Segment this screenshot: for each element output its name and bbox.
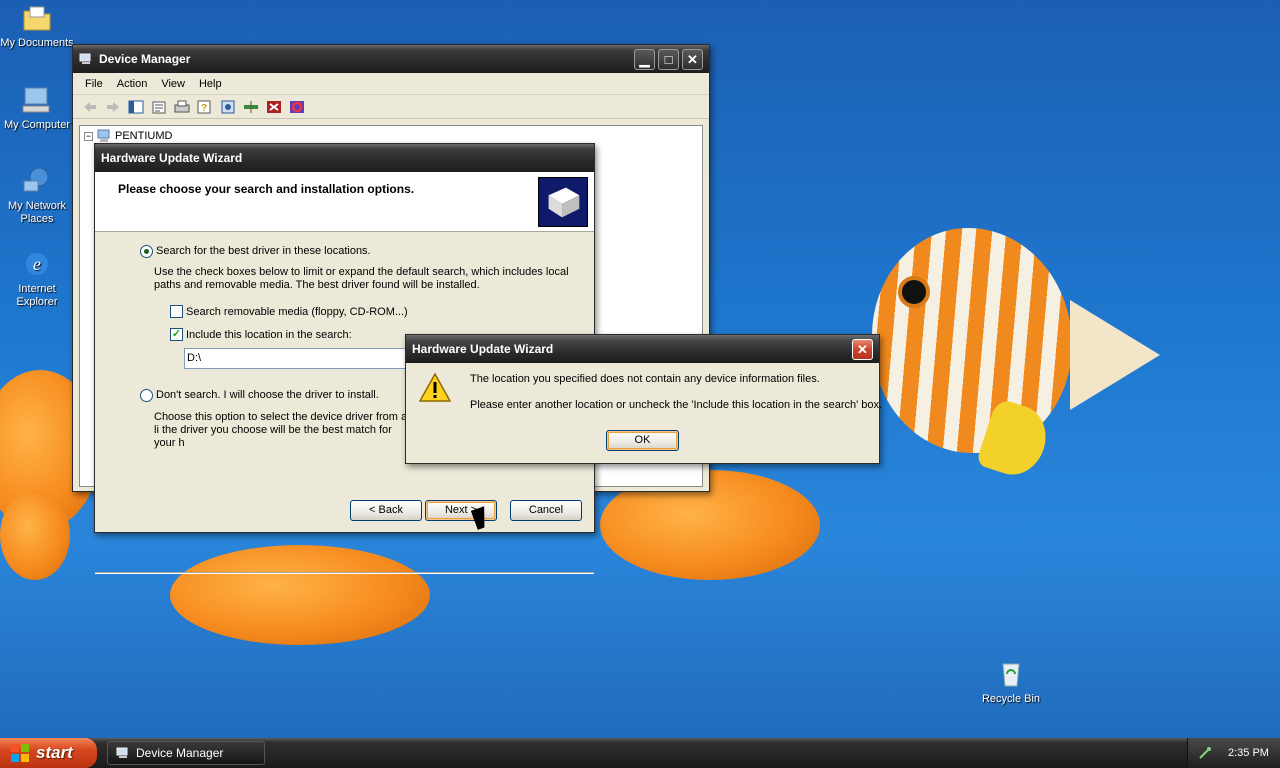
network-icon bbox=[23, 167, 49, 192]
tree-root-node[interactable]: − PENTIUMD bbox=[84, 129, 172, 143]
error-dialog[interactable]: Hardware Update Wizard ✕ The location yo… bbox=[405, 334, 883, 464]
device-manager-icon bbox=[116, 747, 128, 758]
desktop-icon-my-documents[interactable]: My Documents bbox=[0, 2, 74, 50]
recycle-bin-icon bbox=[1002, 663, 1020, 687]
wizard-titlebar[interactable]: Hardware Update Wizard bbox=[95, 144, 594, 172]
disable-icon[interactable] bbox=[288, 99, 306, 115]
device-manager-icon bbox=[79, 53, 91, 64]
search-option-label[interactable]: Search for the best driver in these loca… bbox=[156, 245, 371, 257]
taskbar-item-label: Device Manager bbox=[136, 746, 224, 760]
wizard-title: Hardware Update Wizard bbox=[101, 151, 243, 165]
menu-view[interactable]: View bbox=[161, 78, 185, 90]
wizard-separator bbox=[95, 572, 594, 574]
search-option-description: Use the check boxes below to limit or ex… bbox=[154, 266, 569, 291]
include-location-label[interactable]: Include this location in the search: bbox=[186, 329, 352, 341]
include-location-checkbox[interactable]: ✓ bbox=[170, 328, 183, 341]
warning-icon bbox=[419, 372, 451, 402]
folder-icon bbox=[23, 6, 51, 31]
svg-text:?: ? bbox=[201, 103, 207, 114]
wizard-header: Please choose your search and installati… bbox=[95, 172, 594, 232]
system-tray: 2:35 PM bbox=[1187, 738, 1280, 768]
dont-search-description: Choose this option to select the device … bbox=[154, 411, 408, 449]
removable-media-checkbox[interactable] bbox=[170, 305, 183, 318]
error-dialog-titlebar[interactable]: Hardware Update Wizard ✕ bbox=[406, 335, 879, 363]
removable-media-label[interactable]: Search removable media (floppy, CD-ROM..… bbox=[186, 306, 408, 318]
print-icon[interactable] bbox=[173, 99, 191, 115]
scan-hardware-icon[interactable] bbox=[219, 99, 237, 115]
minimize-button[interactable]: ▁ bbox=[634, 48, 655, 70]
start-button[interactable]: start bbox=[0, 738, 97, 768]
ok-button[interactable]: OK bbox=[606, 430, 679, 451]
help-icon[interactable]: ? bbox=[196, 99, 214, 115]
update-driver-icon[interactable] bbox=[242, 99, 260, 115]
desktop-icon-my-computer[interactable]: My Computer bbox=[0, 84, 74, 132]
desktop-icon-label: My Network Places bbox=[7, 200, 67, 225]
toolbar: ? bbox=[73, 95, 709, 119]
desktop-icon-label: My Documents bbox=[0, 37, 74, 49]
tree-root-label: PENTIUMD bbox=[115, 130, 173, 142]
back-button[interactable]: < Back bbox=[350, 500, 422, 521]
error-dialog-title: Hardware Update Wizard bbox=[412, 342, 554, 356]
maximize-button[interactable]: □ bbox=[658, 48, 679, 70]
svg-text:e: e bbox=[33, 254, 41, 274]
fish-eye bbox=[898, 276, 930, 308]
clock[interactable]: 2:35 PM bbox=[1228, 747, 1269, 759]
internet-explorer-icon: e bbox=[26, 253, 48, 275]
desktop-icon-label: Internet Explorer bbox=[16, 283, 58, 308]
fish-tail bbox=[1070, 300, 1160, 410]
device-manager-titlebar[interactable]: Device Manager ▁ □ ✕ bbox=[73, 45, 709, 73]
desktop-icon-recycle-bin[interactable]: Recycle Bin bbox=[974, 658, 1048, 706]
hardware-card-icon bbox=[538, 177, 588, 227]
start-label: start bbox=[36, 743, 73, 762]
menu-bar: File Action View Help bbox=[73, 73, 709, 95]
close-button[interactable]: ✕ bbox=[852, 338, 873, 360]
forward-arrow-icon[interactable] bbox=[104, 99, 122, 115]
menu-action[interactable]: Action bbox=[117, 78, 148, 90]
uninstall-icon[interactable] bbox=[265, 99, 283, 115]
safely-remove-hardware-icon[interactable] bbox=[1198, 746, 1212, 760]
cancel-button[interactable]: Cancel bbox=[510, 500, 582, 521]
desktop-icon-my-network-places[interactable]: My Network Places bbox=[0, 165, 74, 226]
menu-help[interactable]: Help bbox=[199, 78, 222, 90]
back-arrow-icon[interactable] bbox=[81, 99, 99, 115]
error-message-line1: The location you specified does not cont… bbox=[470, 373, 820, 385]
windows-flag-icon bbox=[11, 744, 29, 762]
background-fish bbox=[0, 490, 70, 580]
computer-icon bbox=[22, 87, 50, 113]
background-fish bbox=[170, 545, 430, 645]
error-message-line2: Please enter another location or uncheck… bbox=[470, 399, 883, 411]
menu-file[interactable]: File bbox=[85, 78, 103, 90]
dont-search-radio[interactable] bbox=[140, 389, 153, 402]
location-input[interactable]: D:\ bbox=[184, 348, 408, 369]
close-button[interactable]: ✕ bbox=[682, 48, 703, 70]
properties-icon[interactable] bbox=[150, 99, 168, 115]
show-hide-tree-icon[interactable] bbox=[127, 99, 145, 115]
taskbar: start Device Manager 2:35 PM bbox=[0, 738, 1280, 768]
wizard-heading: Please choose your search and installati… bbox=[118, 182, 415, 196]
computer-icon bbox=[97, 129, 110, 142]
desktop-icon-label: Recycle Bin bbox=[981, 693, 1041, 705]
taskbar-item-device-manager[interactable]: Device Manager bbox=[107, 741, 265, 765]
desktop-icon-internet-explorer[interactable]: e Internet Explorer bbox=[0, 248, 74, 309]
window-title: Device Manager bbox=[99, 52, 191, 66]
desktop-icon-label: My Computer bbox=[3, 119, 71, 131]
butterfly-fish bbox=[872, 228, 1072, 453]
collapse-toggle[interactable]: − bbox=[84, 131, 93, 141]
dont-search-label[interactable]: Don't search. I will choose the driver t… bbox=[156, 389, 379, 401]
search-option-radio[interactable] bbox=[140, 245, 153, 258]
